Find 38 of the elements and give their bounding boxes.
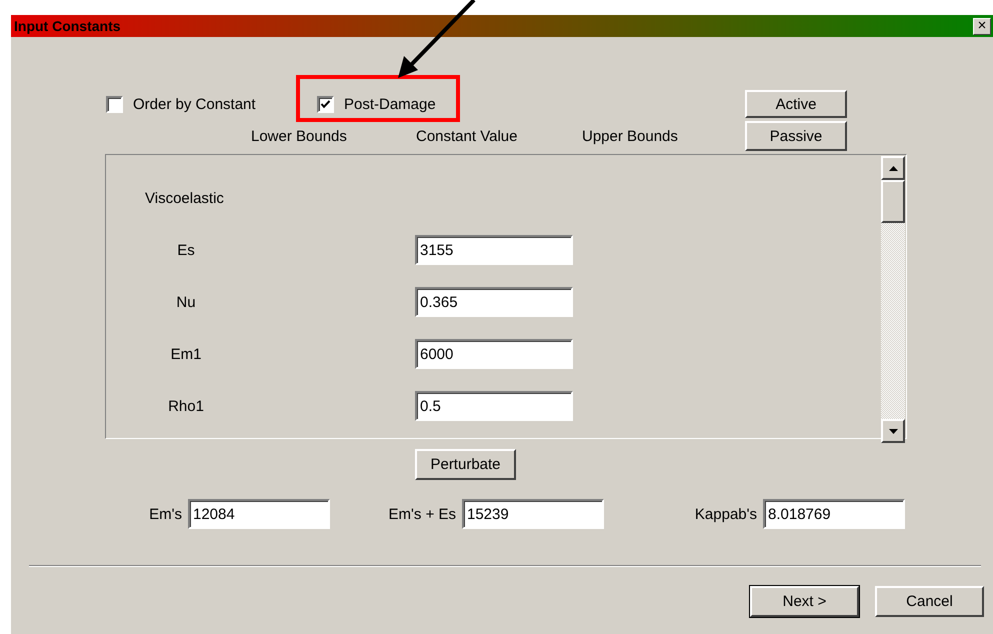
- result-field[interactable]: 15239: [462, 499, 604, 529]
- checkbox-label: Post-Damage: [344, 96, 436, 112]
- constant-label: Es: [176, 242, 196, 258]
- result-label: Em's: [149, 506, 182, 522]
- constant-value-field[interactable]: 0.365: [415, 287, 573, 317]
- up-arrow-icon: [888, 166, 898, 170]
- result-field[interactable]: 12084: [188, 499, 330, 529]
- check-icon: [320, 98, 331, 110]
- column-header: Constant Value: [416, 128, 518, 144]
- checkbox[interactable]: [106, 96, 123, 112]
- scroll-up-button[interactable]: [881, 156, 905, 180]
- close-button[interactable]: ×: [973, 18, 991, 34]
- checkbox-option[interactable]: Post-Damage: [317, 96, 436, 112]
- checkbox-option[interactable]: Order by Constant: [106, 96, 256, 112]
- perturbate-button[interactable]: Perturbate: [415, 449, 516, 480]
- mode-button[interactable]: Passive: [745, 121, 847, 151]
- checkbox[interactable]: [317, 96, 334, 112]
- dialog-button[interactable]: Next >: [750, 586, 859, 617]
- mode-button[interactable]: Active: [745, 90, 847, 118]
- column-header: Upper Bounds: [582, 128, 678, 144]
- column-header: Lower Bounds: [251, 128, 347, 144]
- dialog-button[interactable]: Cancel: [875, 586, 984, 617]
- section-label: Viscoelastic: [145, 190, 225, 206]
- constant-value-field[interactable]: 6000: [415, 339, 573, 369]
- result-label: Kappab's: [694, 506, 757, 522]
- scroll-thumb[interactable]: [881, 180, 905, 223]
- scrollbar[interactable]: [881, 156, 905, 443]
- down-arrow-icon: [888, 428, 898, 434]
- constant-value-field[interactable]: 0.5: [415, 391, 573, 421]
- result-label: Em's + Es: [388, 506, 456, 522]
- checkbox-label: Order by Constant: [133, 96, 256, 112]
- scroll-down-button[interactable]: [881, 419, 905, 443]
- constant-value-field[interactable]: 3155: [415, 235, 573, 265]
- constant-label: Nu: [175, 294, 197, 310]
- constant-label: Em1: [170, 346, 202, 362]
- result-field[interactable]: 8.018769: [763, 499, 905, 529]
- constant-label: Rho1: [167, 398, 205, 414]
- window-title: Input Constants: [14, 18, 121, 34]
